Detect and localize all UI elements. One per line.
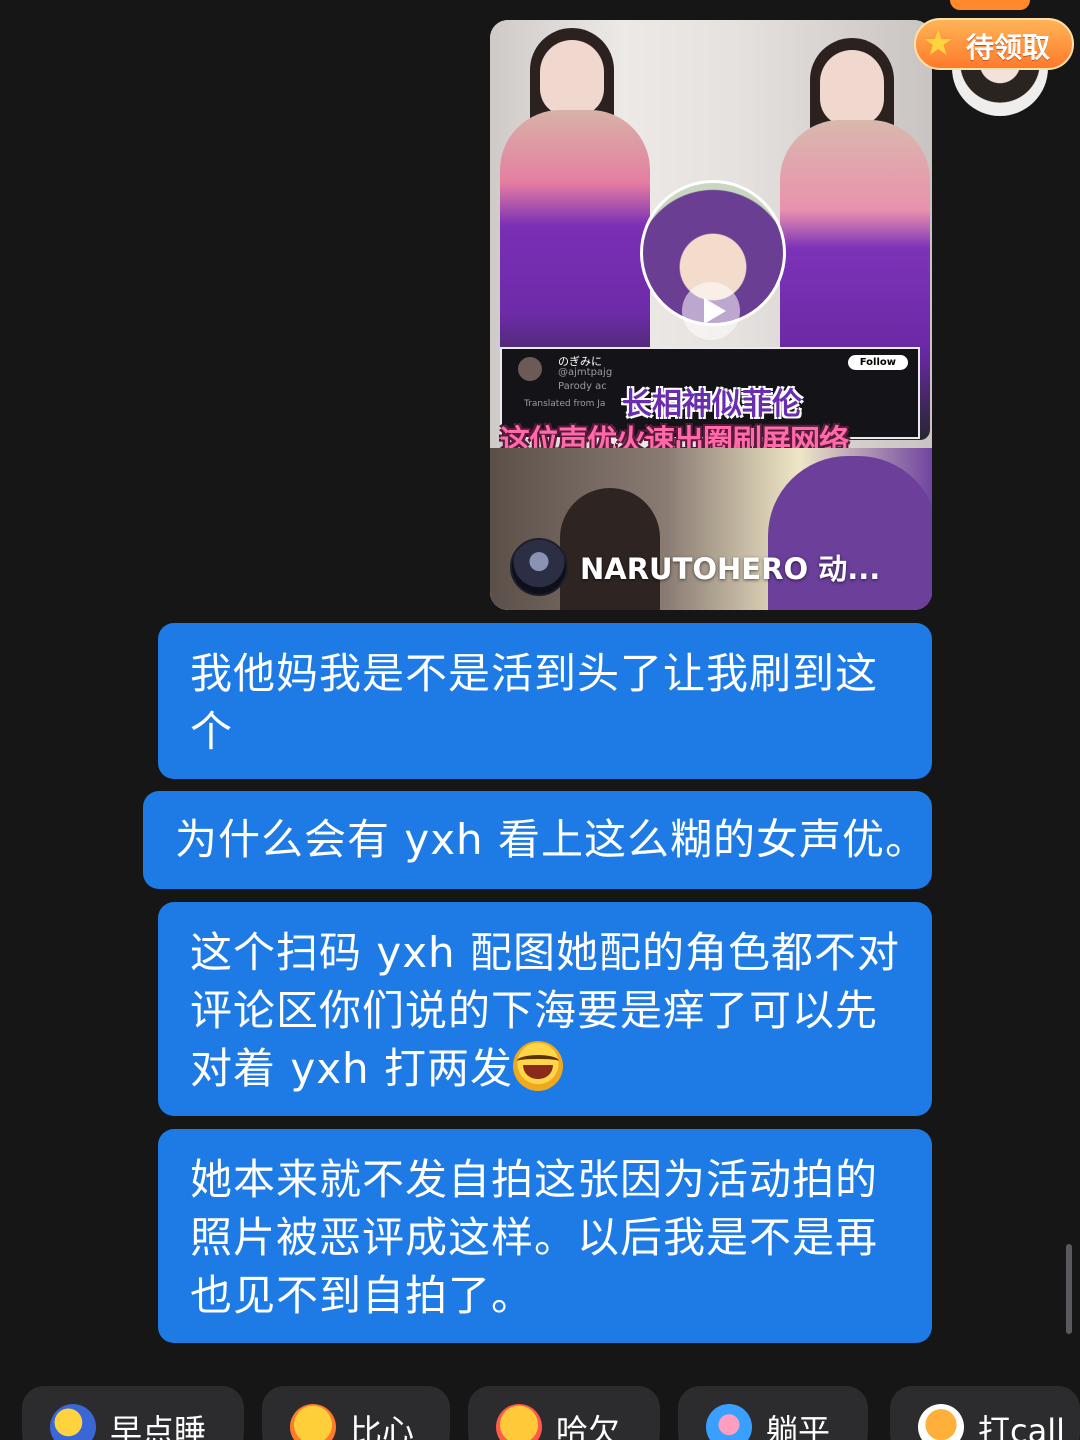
tweet-avatar — [518, 357, 542, 381]
quick-reply-chip[interactable]: 哈欠 — [468, 1386, 660, 1440]
reward-badge[interactable]: ★ 待领取 — [914, 18, 1074, 70]
tweet-translated-label: Translated from Ja — [524, 399, 606, 409]
quick-reply-chip[interactable]: 比心 — [262, 1386, 450, 1440]
chat-screen: のぎみに @ajmtpajg Parody ac Translated from… — [0, 0, 1080, 1440]
message-bubble[interactable]: 这个扫码 yxh 配图她配的角色都不对评论区你们说的下海要是痒了可以先对着 yx… — [158, 902, 932, 1116]
quick-reply-label: 打call — [978, 1412, 1065, 1440]
quick-reply-label: 比心 — [350, 1412, 415, 1440]
thumbnail-person-right-face — [820, 50, 884, 126]
quick-reply-chip[interactable]: 早点睡 — [22, 1386, 244, 1440]
tears-of-joy-emoji-icon — [513, 1041, 564, 1091]
quick-reply-label: 早点睡 — [110, 1412, 207, 1440]
video-author-avatar[interactable] — [510, 538, 568, 596]
heart-hands-emoji-icon — [290, 1404, 336, 1440]
message-text: 为什么会有 yxh 看上这么糊的女声优。 — [175, 815, 929, 864]
reward-label: 待领取 — [966, 31, 1051, 64]
quick-reply-label: 哈欠 — [556, 1412, 621, 1440]
tweet-follow-button: Follow — [847, 355, 908, 370]
message-text: 她本来就不发自拍这张因为活动拍的照片被恶评成这样。以后我是不是再也见不到自拍了。 — [190, 1155, 879, 1320]
message-bubble[interactable]: 为什么会有 yxh 看上这么糊的女声优。 — [143, 791, 932, 889]
quick-reply-chip[interactable]: 打call — [890, 1386, 1080, 1440]
message-bubble[interactable]: 我他妈我是不是活到头了让我刷到这个 — [158, 623, 932, 779]
play-icon[interactable] — [682, 282, 740, 340]
star-icon: ★ — [922, 23, 955, 64]
yawn-emoji-icon — [496, 1404, 542, 1440]
reward-badge-top-decoration — [950, 0, 1030, 10]
tweet-parody-label: Parody ac — [558, 381, 607, 392]
sleep-emoji-icon — [50, 1404, 96, 1440]
shared-video-card[interactable]: のぎみに @ajmtpajg Parody ac Translated from… — [490, 20, 932, 610]
tweet-handle: @ajmtpajg — [558, 367, 613, 378]
video-author-name[interactable]: NARUTOHERO 动... — [580, 546, 880, 588]
quick-reply-label: 躺平 — [766, 1412, 831, 1440]
message-bubble[interactable]: 她本来就不发自拍这张因为活动拍的照片被恶评成这样。以后我是不是再也见不到自拍了。 — [158, 1129, 932, 1343]
lie-flat-emoji-icon — [706, 1404, 752, 1440]
quick-reply-chip[interactable]: 躺平 — [678, 1386, 868, 1440]
thumbnail-person-left-face — [540, 40, 604, 116]
cheer-emoji-icon — [918, 1404, 964, 1440]
message-text: 我他妈我是不是活到头了让我刷到这个 — [190, 649, 879, 756]
scrollbar[interactable] — [1066, 1244, 1072, 1334]
